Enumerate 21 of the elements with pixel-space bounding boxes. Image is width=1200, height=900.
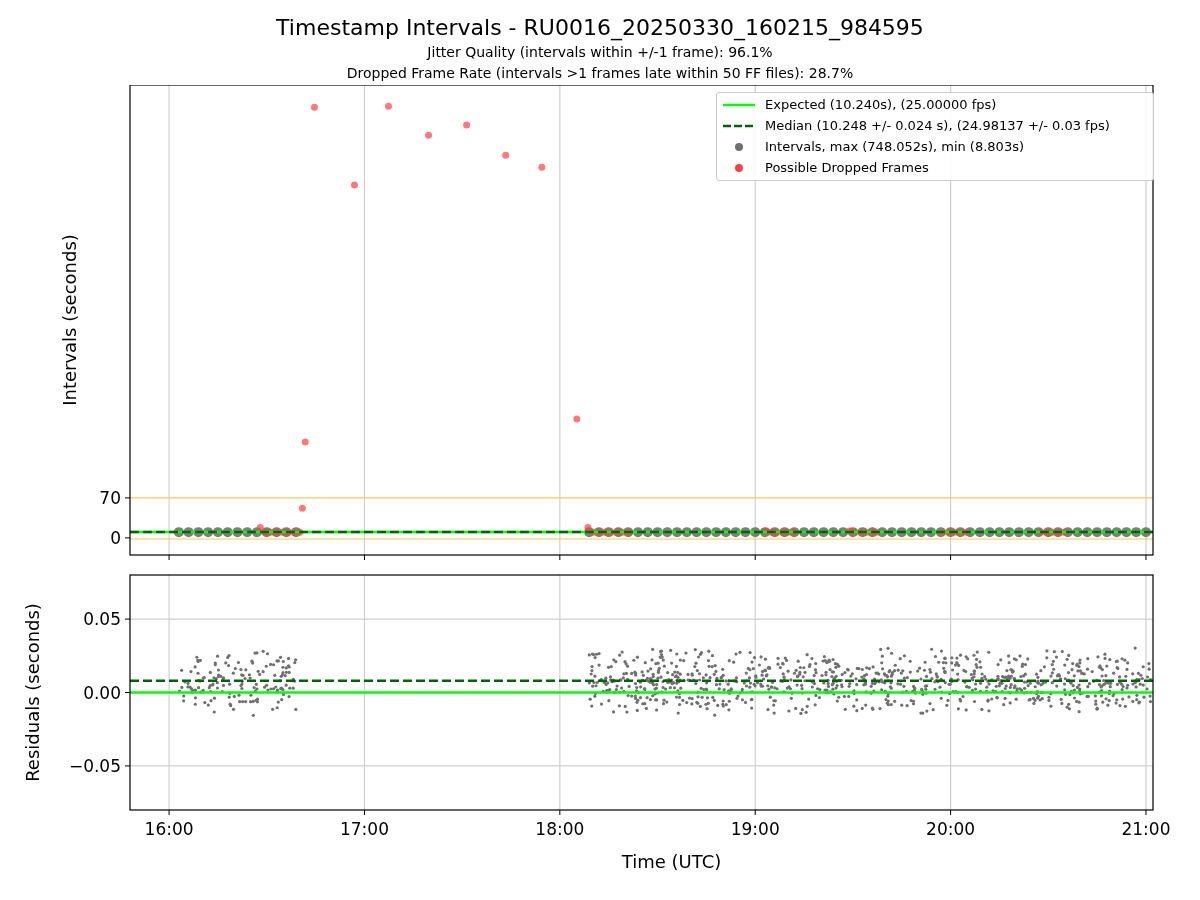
- legend-label: Expected (10.240s), (25.00000 fps): [765, 96, 997, 115]
- axis-title: Intervals (seconds): [59, 234, 80, 406]
- tick-label: 18:00: [535, 819, 585, 839]
- figure-subtitle: Dropped Frame Rate (intervals >1 frames late within 50 FF files): 28.7%: [346, 64, 854, 83]
- tick-label: 17:00: [339, 819, 389, 839]
- legend-label: Intervals, max (748.052s), min (8.803s): [765, 138, 1024, 157]
- tick-label: 0.00: [83, 682, 121, 703]
- axis-title: Time (UTC): [621, 851, 722, 872]
- axis-title: Residuals (seconds): [22, 603, 43, 782]
- tick-label: 19:00: [730, 819, 780, 839]
- tick-label: 0: [110, 527, 121, 548]
- tick-label: 70: [99, 487, 121, 508]
- figure-title: Timestamp Intervals - RU0016_20250330_160215_984595: [276, 14, 924, 42]
- tick-label: −0.05: [68, 755, 121, 776]
- tick-label: 21:00: [1121, 819, 1171, 839]
- legend-label: Median (10.248 +/- 0.024 s), (24.98137 +/- 0.03 fps): [765, 117, 1110, 136]
- tick-label: 0.05: [83, 609, 121, 630]
- figure-subtitle: Jitter Quality (intervals within +/-1 frame): 96.1%: [427, 43, 773, 62]
- tick-label: 20:00: [926, 819, 976, 839]
- legend-label: Possible Dropped Frames: [765, 159, 929, 178]
- tick-label: 16:00: [144, 819, 194, 839]
